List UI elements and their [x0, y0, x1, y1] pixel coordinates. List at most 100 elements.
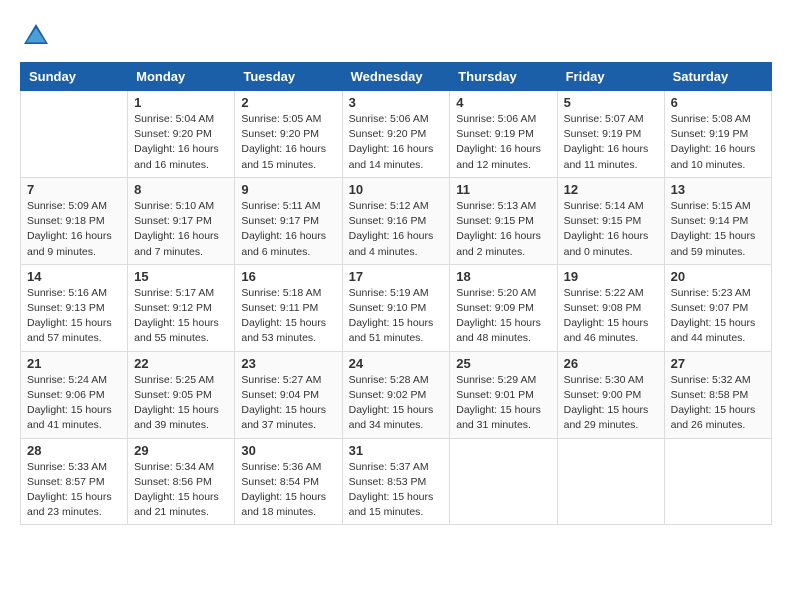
day-number: 25	[456, 356, 550, 371]
day-number: 4	[456, 95, 550, 110]
calendar-cell: 16Sunrise: 5:18 AMSunset: 9:11 PMDayligh…	[235, 264, 342, 351]
calendar-cell: 30 Sunrise: 5:36 AMSunset: 8:54 PMDayligh…	[235, 438, 342, 525]
day-number: 7	[27, 182, 121, 197]
day-number: 6	[671, 95, 765, 110]
calendar-cell: 26Sunrise: 5:30 AMSunset: 9:00 PMDayligh…	[557, 351, 664, 438]
calendar-cell: 12Sunrise: 5:14 AMSunset: 9:15 PMDayligh…	[557, 177, 664, 264]
calendar-cell: 20 Sunrise: 5:23 AMSunset: 9:07 PMDayligh…	[664, 264, 771, 351]
day-number: 18	[456, 269, 550, 284]
day-of-week-header: Monday	[128, 63, 235, 91]
day-info: Sunrise: 5:15 AMSunset: 9:14 PMDaylight:…	[671, 199, 765, 260]
day-info: Sunrise: 5:22 AMSunset: 9:08 PMDaylight:…	[564, 286, 658, 347]
day-info: Sunrise: 5:29 AMSunset: 9:01 PMDaylight:…	[456, 373, 550, 434]
calendar-cell: 29 Sunrise: 5:34 AMSunset: 8:56 PMDayligh…	[128, 438, 235, 525]
calendar-cell	[21, 91, 128, 178]
day-info: Sunrise: 5:08 AMSunset: 9:19 PMDaylight:…	[671, 112, 765, 173]
day-number: 3	[349, 95, 444, 110]
logo-icon	[20, 20, 52, 52]
calendar-cell: 4Sunrise: 5:06 AMSunset: 9:19 PMDaylight…	[450, 91, 557, 178]
day-number: 28	[27, 443, 121, 458]
day-info: Sunrise: 5:32 AMSunset: 8:58 PMDaylight:…	[671, 373, 765, 434]
day-number: 1	[134, 95, 228, 110]
day-number: 30	[241, 443, 335, 458]
day-info: Sunrise: 5:04 AMSunset: 9:20 PMDaylight:…	[134, 112, 228, 173]
day-number: 24	[349, 356, 444, 371]
calendar-cell: 22 Sunrise: 5:25 AMSunset: 9:05 PMDayligh…	[128, 351, 235, 438]
calendar-week-row: 14 Sunrise: 5:16 AMSunset: 9:13 PMDayligh…	[21, 264, 772, 351]
day-number: 14	[27, 269, 121, 284]
calendar-week-row: 1 Sunrise: 5:04 AMSunset: 9:20 PMDaylight…	[21, 91, 772, 178]
day-info: Sunrise: 5:12 AMSunset: 9:16 PMDaylight:…	[349, 199, 444, 260]
day-of-week-header: Tuesday	[235, 63, 342, 91]
day-number: 20	[671, 269, 765, 284]
day-info: Sunrise: 5:16 AMSunset: 9:13 PMDaylight:…	[27, 286, 121, 347]
day-number: 31	[349, 443, 444, 458]
day-info: Sunrise: 5:28 AMSunset: 9:02 PMDaylight:…	[349, 373, 444, 434]
calendar-cell: 14 Sunrise: 5:16 AMSunset: 9:13 PMDayligh…	[21, 264, 128, 351]
day-number: 19	[564, 269, 658, 284]
logo	[20, 20, 58, 52]
day-info: Sunrise: 5:24 AMSunset: 9:06 PMDaylight:…	[27, 373, 121, 434]
day-of-week-header: Wednesday	[342, 63, 450, 91]
calendar-cell: 24 Sunrise: 5:28 AMSunset: 9:02 PMDayligh…	[342, 351, 450, 438]
day-number: 12	[564, 182, 658, 197]
day-number: 27	[671, 356, 765, 371]
calendar-week-row: 28 Sunrise: 5:33 AMSunset: 8:57 PMDayligh…	[21, 438, 772, 525]
day-info: Sunrise: 5:33 AMSunset: 8:57 PMDaylight:…	[27, 460, 121, 521]
day-info: Sunrise: 5:19 AMSunset: 9:10 PMDaylight:…	[349, 286, 444, 347]
calendar-week-row: 21 Sunrise: 5:24 AMSunset: 9:06 PMDayligh…	[21, 351, 772, 438]
day-of-week-header: Saturday	[664, 63, 771, 91]
calendar-cell	[664, 438, 771, 525]
day-info: Sunrise: 5:27 AMSunset: 9:04 PMDaylight:…	[241, 373, 335, 434]
day-number: 22	[134, 356, 228, 371]
calendar-table: SundayMondayTuesdayWednesdayThursdayFrid…	[20, 62, 772, 525]
day-info: Sunrise: 5:23 AMSunset: 9:07 PMDaylight:…	[671, 286, 765, 347]
day-info: Sunrise: 5:37 AMSunset: 8:53 PMDaylight:…	[349, 460, 444, 521]
calendar-cell	[450, 438, 557, 525]
calendar-cell	[557, 438, 664, 525]
calendar-cell: 19 Sunrise: 5:22 AMSunset: 9:08 PMDayligh…	[557, 264, 664, 351]
calendar-cell: 21 Sunrise: 5:24 AMSunset: 9:06 PMDayligh…	[21, 351, 128, 438]
day-info: Sunrise: 5:10 AMSunset: 9:17 PMDaylight:…	[134, 199, 228, 260]
day-number: 15	[134, 269, 228, 284]
calendar-cell: 15 Sunrise: 5:17 AMSunset: 9:12 PMDayligh…	[128, 264, 235, 351]
day-info: Sunrise: 5:09 AMSunset: 9:18 PMDaylight:…	[27, 199, 121, 260]
calendar-cell: 18 Sunrise: 5:20 AMSunset: 9:09 PMDayligh…	[450, 264, 557, 351]
calendar-cell: 5Sunrise: 5:07 AMSunset: 9:19 PMDaylight…	[557, 91, 664, 178]
day-info: Sunrise: 5:30 AMSunset: 9:00 PMDaylight:…	[564, 373, 658, 434]
day-of-week-header: Thursday	[450, 63, 557, 91]
day-info: Sunrise: 5:07 AMSunset: 9:19 PMDaylight:…	[564, 112, 658, 173]
day-info: Sunrise: 5:13 AMSunset: 9:15 PMDaylight:…	[456, 199, 550, 260]
day-info: Sunrise: 5:36 AMSunset: 8:54 PMDaylight:…	[241, 460, 335, 521]
day-info: Sunrise: 5:05 AMSunset: 9:20 PMDaylight:…	[241, 112, 335, 173]
day-number: 9	[241, 182, 335, 197]
calendar-cell: 31 Sunrise: 5:37 AMSunset: 8:53 PMDayligh…	[342, 438, 450, 525]
day-number: 13	[671, 182, 765, 197]
calendar-week-row: 7 Sunrise: 5:09 AMSunset: 9:18 PMDaylight…	[21, 177, 772, 264]
day-number: 11	[456, 182, 550, 197]
calendar-cell: 23 Sunrise: 5:27 AMSunset: 9:04 PMDayligh…	[235, 351, 342, 438]
day-info: Sunrise: 5:18 AMSunset: 9:11 PMDaylight:…	[241, 286, 335, 347]
day-info: Sunrise: 5:06 AMSunset: 9:20 PMDaylight:…	[349, 112, 444, 173]
day-info: Sunrise: 5:34 AMSunset: 8:56 PMDaylight:…	[134, 460, 228, 521]
day-of-week-header: Sunday	[21, 63, 128, 91]
day-info: Sunrise: 5:11 AMSunset: 9:17 PMDaylight:…	[241, 199, 335, 260]
day-number: 10	[349, 182, 444, 197]
day-number: 29	[134, 443, 228, 458]
day-info: Sunrise: 5:20 AMSunset: 9:09 PMDaylight:…	[456, 286, 550, 347]
calendar-cell: 3 Sunrise: 5:06 AMSunset: 9:20 PMDaylight…	[342, 91, 450, 178]
calendar-cell: 27 Sunrise: 5:32 AMSunset: 8:58 PMDayligh…	[664, 351, 771, 438]
calendar-cell: 10 Sunrise: 5:12 AMSunset: 9:16 PMDayligh…	[342, 177, 450, 264]
calendar-header-row: SundayMondayTuesdayWednesdayThursdayFrid…	[21, 63, 772, 91]
day-number: 21	[27, 356, 121, 371]
day-number: 2	[241, 95, 335, 110]
page-header	[20, 20, 772, 52]
day-number: 23	[241, 356, 335, 371]
calendar-cell: 11 Sunrise: 5:13 AMSunset: 9:15 PMDayligh…	[450, 177, 557, 264]
day-number: 8	[134, 182, 228, 197]
day-info: Sunrise: 5:25 AMSunset: 9:05 PMDaylight:…	[134, 373, 228, 434]
day-number: 17	[349, 269, 444, 284]
day-info: Sunrise: 5:17 AMSunset: 9:12 PMDaylight:…	[134, 286, 228, 347]
calendar-cell: 2 Sunrise: 5:05 AMSunset: 9:20 PMDaylight…	[235, 91, 342, 178]
calendar-cell: 28 Sunrise: 5:33 AMSunset: 8:57 PMDayligh…	[21, 438, 128, 525]
